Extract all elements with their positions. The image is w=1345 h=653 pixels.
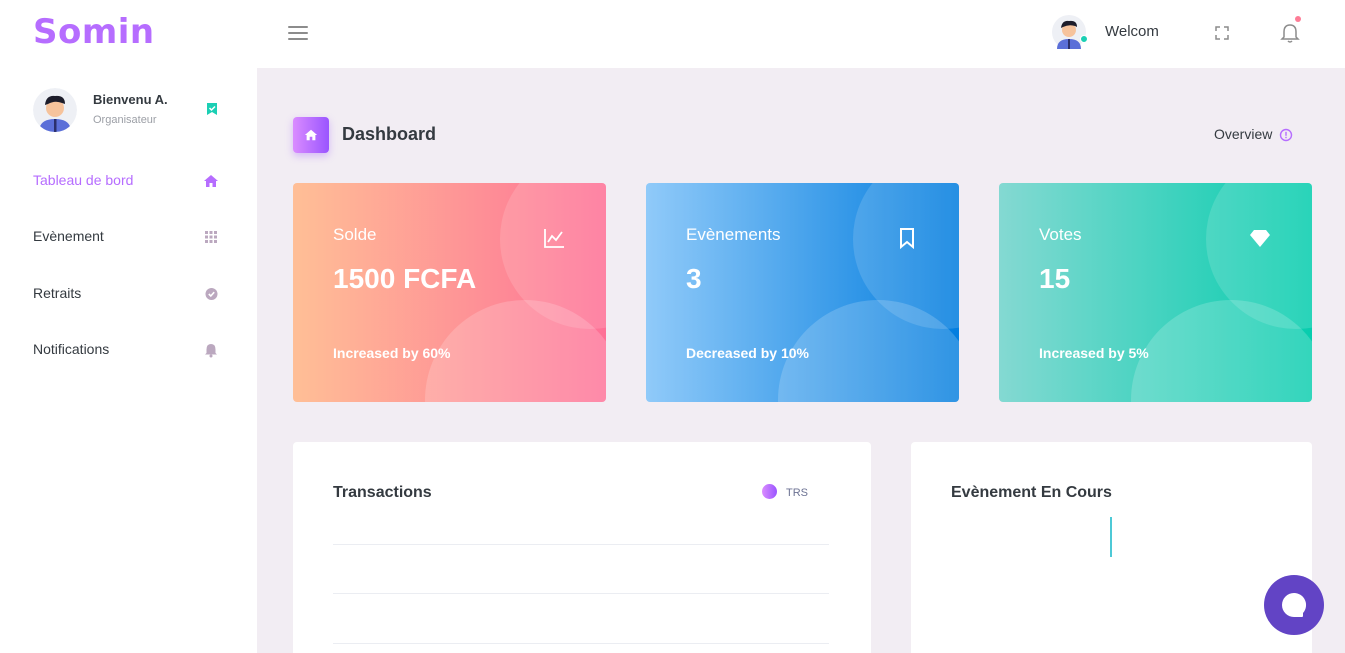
sidebar-item-evenement[interactable]: Evènement	[33, 225, 233, 249]
home-icon	[204, 175, 218, 187]
chart-gridline	[333, 643, 829, 644]
profile-name: Bienvenu A.	[93, 92, 168, 107]
legend-label: TRS	[786, 487, 808, 499]
card-footer: Increased by 5%	[1039, 345, 1149, 361]
chart-gridline	[333, 544, 829, 545]
current-events-panel: Evènement En Cours	[911, 442, 1312, 653]
bookmark-check-icon	[207, 103, 217, 115]
profile-role: Organisateur	[93, 114, 157, 126]
user-menu-label[interactable]: Welcom	[1105, 23, 1159, 40]
chart-line-icon	[544, 229, 564, 248]
online-status-dot	[1080, 35, 1088, 43]
bookmark-icon	[900, 228, 914, 249]
chat-icon	[1282, 592, 1307, 617]
card-title: Evènements	[686, 225, 781, 244]
card-title: Votes	[1039, 225, 1082, 244]
dashboard-home-icon	[293, 117, 329, 153]
sidebar-item-label: Tableau de bord	[33, 172, 134, 188]
card-value: 15	[1039, 263, 1071, 294]
current-events-title: Evènement En Cours	[951, 484, 1112, 501]
brand-logo[interactable]: Somin	[33, 12, 155, 52]
check-circle-icon	[205, 288, 218, 300]
transactions-panel: Transactions TRS	[293, 442, 871, 653]
transactions-title: Transactions	[333, 484, 432, 501]
card-decoration	[1131, 300, 1312, 402]
grid-icon	[205, 231, 217, 243]
profile-avatar[interactable]	[33, 88, 77, 132]
notification-bell-icon[interactable]	[1280, 22, 1300, 44]
stat-card-votes[interactable]: Votes 15 Increased by 5%	[999, 183, 1312, 402]
chart-mark	[1110, 517, 1112, 557]
diamond-icon	[1250, 230, 1270, 247]
chart-gridline	[333, 593, 829, 594]
chat-button[interactable]	[1264, 575, 1324, 635]
sidebar-item-label: Evènement	[33, 228, 104, 244]
user-avatar[interactable]	[1052, 15, 1086, 49]
sidebar: Bienvenu A. Organisateur Tableau de bord…	[0, 68, 257, 653]
fullscreen-icon[interactable]	[1214, 25, 1230, 41]
sidebar-item-label: Retraits	[33, 285, 82, 301]
legend-swatch	[762, 484, 777, 499]
stat-card-evenements[interactable]: Evènements 3 Decreased by 10%	[646, 183, 959, 402]
sidebar-item-tableau-de-bord[interactable]: Tableau de bord	[33, 169, 233, 193]
sidebar-item-retraits[interactable]: Retraits	[33, 282, 233, 306]
top-navbar: Somin Welcom	[0, 0, 1345, 68]
sidebar-item-notifications[interactable]: Notifications	[33, 338, 233, 362]
menu-toggle-icon[interactable]	[288, 26, 308, 40]
info-circle-icon[interactable]	[1279, 128, 1293, 142]
stat-card-solde[interactable]: Solde 1500 FCFA Increased by 60%	[293, 183, 606, 402]
bell-icon	[205, 344, 217, 358]
sidebar-item-label: Notifications	[33, 341, 110, 357]
card-title: Solde	[333, 225, 377, 244]
card-footer: Decreased by 10%	[686, 345, 809, 361]
overview-link[interactable]: Overview	[1214, 126, 1272, 142]
page-title: Dashboard	[342, 124, 437, 144]
notification-dot	[1295, 16, 1301, 22]
card-value: 3	[686, 263, 702, 294]
card-footer: Increased by 60%	[333, 345, 451, 361]
card-value: 1500 FCFA	[333, 263, 477, 294]
card-decoration	[425, 300, 606, 402]
